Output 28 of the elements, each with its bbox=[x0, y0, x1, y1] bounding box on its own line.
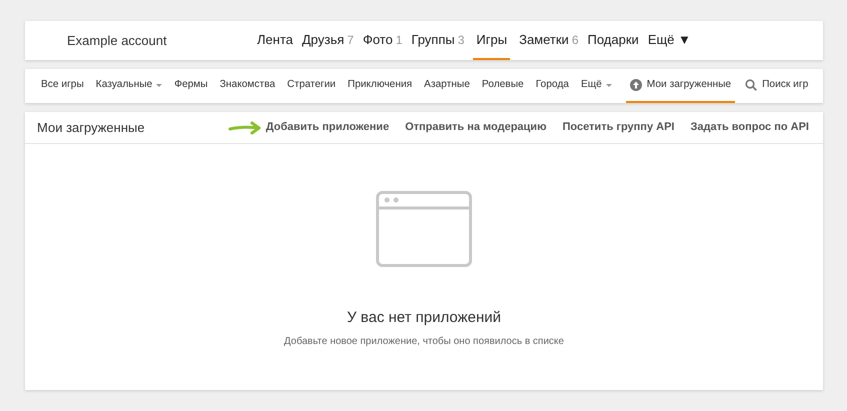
nav-link[interactable]: Заметки 6 bbox=[519, 21, 579, 60]
category-link[interactable]: Города bbox=[536, 69, 569, 103]
nav-link[interactable]: Лента bbox=[257, 21, 293, 60]
category-link[interactable]: Знакомства bbox=[220, 69, 276, 103]
action-link[interactable]: Отправить на модерацию bbox=[405, 119, 546, 136]
account-name: Example account bbox=[66, 32, 168, 50]
category-link[interactable]: Азартные bbox=[424, 69, 470, 103]
nav-link[interactable]: Друзья 7 bbox=[302, 21, 354, 60]
category-link[interactable]: Стратегии bbox=[287, 69, 336, 103]
tab[interactable]: Поиск игр bbox=[745, 69, 808, 103]
action-link[interactable]: Задать вопрос по API bbox=[690, 119, 809, 136]
action-link[interactable]: Добавить приложение bbox=[266, 119, 390, 136]
nav-link[interactable]: Игры bbox=[473, 21, 510, 60]
empty-subtitle: Добавьте новое приложение, чтобы оно появилось в списке bbox=[284, 334, 564, 348]
nav-link[interactable]: Группы 3 bbox=[411, 21, 464, 60]
category-link[interactable]: Все игры bbox=[41, 69, 84, 103]
category-link[interactable]: Ролевые bbox=[482, 69, 524, 103]
nav-link[interactable]: Фото 1 bbox=[362, 21, 402, 60]
category-link[interactable]: Ещё bbox=[580, 69, 612, 103]
nav-link[interactable]: Подарки bbox=[588, 21, 639, 60]
tab[interactable]: Мои загруженные bbox=[626, 69, 736, 103]
category-link[interactable]: Казуальные bbox=[96, 69, 162, 103]
panel-title: Мои загруженные bbox=[37, 118, 145, 137]
empty-title: У вас нет приложений bbox=[346, 308, 502, 328]
nav-link[interactable]: Ещё ▼ bbox=[648, 21, 691, 60]
action-link[interactable]: Посетить группу API bbox=[562, 119, 674, 136]
category-link[interactable]: Приключения bbox=[348, 69, 412, 103]
category-link[interactable]: Фермы bbox=[174, 69, 208, 103]
